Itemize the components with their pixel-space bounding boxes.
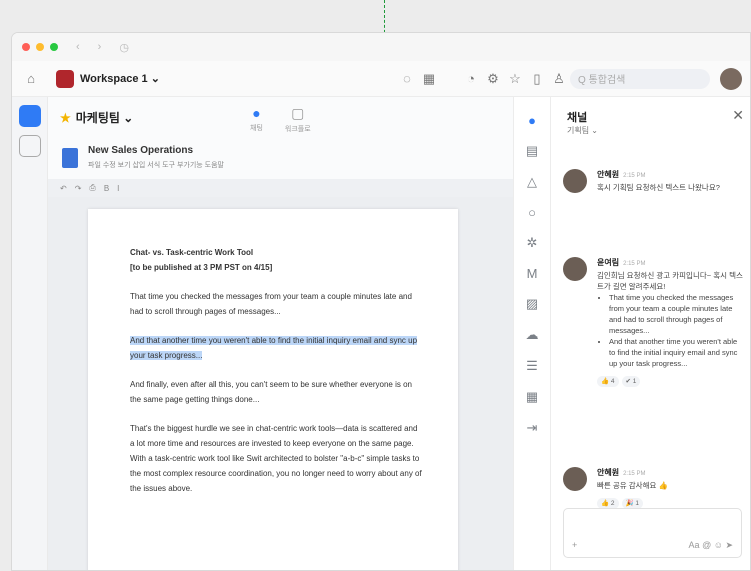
doc-paragraph: And finally, even after all this, you ca… (130, 380, 412, 404)
app-window: ‹ › ◷ ⌂ Workspace 1 ⌄ ◌ ▦ ◔ ⚙ ☆ ▯ ♙ Q 통합… (11, 32, 751, 571)
redo-icon[interactable]: ↷ (75, 184, 82, 193)
bell-icon[interactable]: ◔ (460, 71, 482, 86)
table-icon[interactable]: ▦ (526, 389, 538, 405)
add-icon[interactable]: + (572, 540, 577, 551)
main-toolbar: ⌂ Workspace 1 ⌄ ◌ ▦ ◔ ⚙ ☆ ▯ ♙ Q 통합검색 (12, 61, 750, 97)
send-icon[interactable]: ➤ (725, 540, 733, 550)
gdoc-icon (62, 147, 78, 168)
chat-message[interactable]: 윤여림 2:15 PM 김인희님 요청하신 광고 카피입니다~ 혹시 텍스트가 길… (563, 257, 743, 387)
message-composer[interactable]: + Aa @ ☺ ➤ (563, 508, 742, 558)
star-icon: ★ (60, 110, 71, 125)
list-item: And that another time you weren't able t… (609, 336, 743, 369)
gear-icon[interactable]: ✲ (527, 235, 538, 251)
zoom-dot[interactable] (50, 43, 58, 51)
home-icon[interactable]: ⌂ (20, 71, 42, 86)
star-icon[interactable]: ☆ (504, 71, 526, 87)
chat-bubble-icon: ● (252, 105, 261, 121)
doc-header: ★ 마케팅팀 ⌄ ● 채팅 ▢ 워크플로 New Sales Operation… (48, 97, 513, 197)
search-input[interactable]: Q 통합검색 (570, 68, 710, 89)
app-sidebar: ● ▤ △ ○ ✲ M ▨ ☁ ☰ ▦ ⇥ (513, 97, 550, 570)
rail-tasks-button[interactable] (18, 135, 41, 157)
file-icon[interactable]: ▯ (526, 71, 548, 87)
close-dot[interactable] (22, 43, 30, 51)
task-icon: ▢ (291, 105, 305, 121)
reaction[interactable]: ✔ 1 (621, 376, 641, 387)
composer-toolbar: + Aa @ ☺ ➤ (572, 540, 733, 551)
doc-title-row: New Sales Operations 파일 수정 보기 삽입 서식 도구 부… (62, 145, 224, 170)
doc-page[interactable]: Chat- vs. Task-centric Work Tool [to be … (88, 209, 458, 570)
left-rail (12, 97, 48, 570)
people-icon[interactable]: ♙ (548, 71, 570, 87)
bold-icon[interactable]: B (104, 184, 109, 193)
avatar (563, 467, 587, 491)
tab-workflow[interactable]: ▢ 워크플로 (285, 105, 311, 134)
format-toolbar: ↶ ↷ ⎙ B I (48, 179, 513, 197)
doc-heading: Chat- vs. Task-centric Work Tool [to be … (130, 248, 273, 272)
avatar (563, 169, 587, 193)
doc-menu[interactable]: 파일 수정 보기 삽입 서식 도구 부가기능 도움말 (88, 160, 224, 170)
list-icon[interactable]: ☰ (526, 358, 538, 374)
mention-icon[interactable]: @ (702, 540, 711, 550)
drive-icon[interactable]: △ (527, 174, 537, 190)
doc-paragraph-highlight: And that another time you weren't able t… (130, 336, 418, 360)
workspace-switcher[interactable]: Workspace 1 ⌄ (80, 72, 160, 85)
format-icon[interactable]: Aa (689, 540, 700, 550)
undo-icon[interactable]: ↶ (60, 184, 67, 193)
calendar-icon[interactable]: ▦ (418, 71, 440, 87)
collapse-icon[interactable]: ⇥ (527, 420, 538, 436)
doc-tabs: ● 채팅 ▢ 워크플로 (250, 105, 311, 134)
chat-panel: 채널 기획팀 ⌄ ✕ 안혜원 2:15 PM 혹시 기획팀 요청하신 텍스트 나왔… (550, 97, 750, 570)
close-icon[interactable]: ✕ (732, 107, 744, 124)
chat-message[interactable]: 안혜원 2:15 PM 빠른 공유 감사해요 👍 👍 2 🎉 1 (563, 467, 743, 509)
user-avatar[interactable] (720, 67, 742, 90)
tab-chat[interactable]: ● 채팅 (250, 105, 263, 134)
forward-icon[interactable]: › (98, 41, 102, 53)
channel-chip[interactable]: ★ 마케팅팀 ⌄ (60, 109, 133, 126)
channel-name: 마케팅팀 ⌄ (75, 111, 134, 125)
chat-bubble-icon[interactable]: ● (528, 113, 536, 128)
notes-icon[interactable]: ▨ (526, 296, 538, 312)
chat-title: 채널 (567, 112, 588, 124)
chat-message[interactable]: 안혜원 2:15 PM 혹시 기획팀 요청하신 텍스트 나왔나요? (563, 169, 743, 193)
chat-icon[interactable]: ◌ (396, 71, 418, 86)
document-area: Chat- vs. Task-centric Work Tool [to be … (48, 197, 513, 570)
cloud-icon[interactable]: ☁ (526, 327, 539, 343)
reaction[interactable]: 👍 4 (597, 376, 619, 387)
list-item: That time you checked the messages from … (609, 292, 743, 336)
circle-icon[interactable]: ○ (528, 205, 536, 220)
workspace-logo (56, 69, 74, 88)
rail-chat-button[interactable] (18, 105, 41, 127)
title-bar: ‹ › ◷ (12, 33, 750, 61)
doc-paragraph: That's the biggest hurdle we see in chat… (130, 424, 422, 493)
doc-title[interactable]: New Sales Operations (88, 145, 224, 156)
chat-channel-select[interactable]: 기획팀 ⌄ (567, 125, 598, 136)
avatar (563, 257, 587, 281)
calendar-icon[interactable]: ▤ (526, 143, 538, 159)
minimize-dot[interactable] (36, 43, 44, 51)
emoji-icon[interactable]: ☺ (714, 540, 723, 550)
gear-icon[interactable]: ⚙ (482, 71, 504, 87)
history-icon[interactable]: ◷ (119, 41, 129, 54)
mail-icon[interactable]: M (527, 266, 538, 281)
italic-icon[interactable]: I (117, 184, 119, 193)
doc-paragraph: That time you checked the messages from … (130, 292, 412, 316)
print-icon[interactable]: ⎙ (89, 183, 95, 193)
back-icon[interactable]: ‹ (76, 41, 80, 53)
